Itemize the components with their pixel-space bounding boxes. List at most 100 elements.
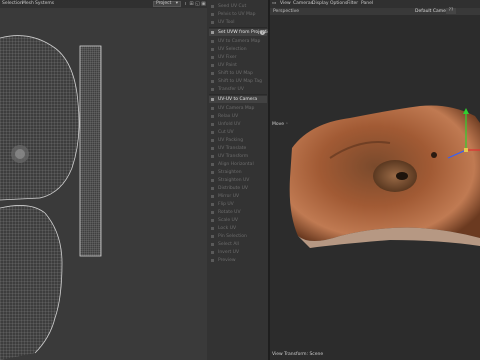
menu-options[interactable]: Options [330, 1, 347, 6]
panel-item[interactable]: Pin Selection [209, 233, 267, 240]
uv-icon [211, 139, 214, 142]
uv-icon [211, 147, 214, 150]
project-select[interactable]: Project ▾ [153, 1, 181, 7]
menu-display[interactable]: Display [312, 1, 329, 6]
panel-item[interactable]: Straighten [209, 169, 267, 176]
panel-item-label: Seed UV Cut [218, 4, 247, 9]
menu-selection[interactable]: Selection [2, 1, 23, 6]
panel-item[interactable]: UV Translate [209, 145, 267, 152]
uv-shell-upper [0, 35, 80, 201]
panel-item[interactable]: Transfer UV [209, 86, 267, 93]
panel-item-label: UV to Camera Map [218, 39, 261, 44]
uv-icon [211, 40, 214, 43]
lock-icon[interactable]: ı [183, 1, 188, 7]
panel-item[interactable]: UV Fixer [209, 54, 267, 61]
panel-item[interactable]: Straighten UV [209, 177, 267, 184]
panel-item-label: Cut UV [218, 130, 234, 135]
status-text: View Transform: Scene [272, 352, 324, 357]
panel-item[interactable]: Preview [209, 257, 267, 264]
uv-icon [211, 131, 214, 134]
panel-item[interactable]: Shift to UV Map Tag [209, 78, 267, 85]
panel-item[interactable]: UV Selection [209, 46, 267, 53]
panel-item[interactable]: UV Packing [209, 137, 267, 144]
uv-shell-strip [79, 45, 102, 257]
panel-item[interactable]: Cut UV [209, 129, 267, 136]
panel-item[interactable]: Scale UV [209, 217, 267, 224]
panel-item-label: Preview [218, 258, 236, 263]
panel-item[interactable]: Invert UV [209, 249, 267, 256]
uv-icon [211, 259, 214, 262]
panel-item-label: Shift to UV Map Tag [218, 79, 262, 84]
uv-icon [211, 195, 214, 198]
menu-systems[interactable]: Systems [35, 1, 54, 6]
uv-icon [211, 155, 214, 158]
panel-item-label: Select All [218, 242, 239, 247]
grid-icon[interactable]: ⊞ [189, 1, 194, 7]
uv-icon [211, 123, 214, 126]
panel-item-label: Straighten [218, 170, 242, 175]
panel-item-label: Pin Selection [218, 234, 247, 239]
panel-item-label: UV Paint [218, 63, 237, 68]
panel-item-label: Rotate UV [218, 210, 241, 215]
uv-icon [211, 80, 214, 83]
3d-viewport[interactable] [270, 8, 480, 360]
panel-item-label: Distribute UV [218, 186, 248, 191]
uv-icon [211, 251, 214, 254]
uv-icon [211, 107, 214, 110]
menu-mesh[interactable]: Mesh [22, 1, 34, 6]
panel-item-label: Shift to UV Map [218, 71, 253, 76]
menu-panel[interactable]: Panel [361, 1, 373, 6]
panel-item[interactable]: Shift to UV Map [209, 70, 267, 77]
panel-item-label: UV-UV to Camera [218, 97, 258, 102]
viewport-header: Perspective Default Camera ?? [270, 8, 480, 15]
panel-item[interactable]: Seed UV Cut [209, 3, 267, 10]
uv-icon [211, 219, 214, 222]
chevron-down-icon: ▾ [175, 1, 178, 6]
panel-item[interactable]: Pelvis to UV Map [209, 11, 267, 18]
panel-item-label: Invert UV [218, 250, 240, 255]
viewport-icon[interactable]: ▭ [272, 1, 276, 6]
viewport-scene [289, 105, 480, 248]
menu-view[interactable]: View [280, 1, 291, 6]
panel-item[interactable]: Lock UV [209, 225, 267, 232]
panel-item[interactable]: Rotate UV [209, 209, 267, 216]
uv-icon [211, 227, 214, 230]
panel-item[interactable]: UV Camera Map [209, 105, 267, 112]
uv-menubar: Selection Mesh Systems Project ▾ ı ⊞ ◱ ▣ [0, 0, 207, 8]
uv-icon [211, 187, 214, 190]
panel-item-label: Unfold UV [218, 122, 241, 127]
panel-item[interactable]: Distribute UV [209, 185, 267, 192]
panel-item[interactable]: Relax UV [209, 113, 267, 120]
panel-item[interactable]: UV Tool [209, 19, 267, 26]
panel-item[interactable]: UV Transform [209, 153, 267, 160]
view-icon[interactable]: ▣ [201, 1, 206, 7]
panel-item-label: Lock UV [218, 226, 237, 231]
panel-item[interactable]: Align Horizontal [209, 161, 267, 168]
panel-item[interactable]: Select All [209, 241, 267, 248]
uv-icon [211, 5, 214, 8]
panel-item-label: Mirror UV [218, 194, 240, 199]
panel-item-label: Transfer UV [218, 87, 244, 92]
uv-icon [211, 48, 214, 51]
viewport-menubar: ▭ View Cameras Display Options Filter Pa… [270, 0, 480, 8]
panel-item-label: UV Translate [218, 146, 247, 151]
uv-icon [211, 72, 214, 75]
frame-icon[interactable]: ◱ [195, 1, 200, 7]
uv-viewport[interactable] [0, 8, 207, 360]
camera-badge[interactable]: ?? [446, 8, 456, 14]
panel-item[interactable]: UV to Camera Map [209, 38, 267, 45]
help-icon[interactable]: ? [260, 30, 265, 35]
panel-item-label: Pelvis to UV Map [218, 12, 256, 17]
view-name: Perspective [273, 9, 300, 14]
panel-item-label: UV Transform [218, 154, 249, 159]
panel-item[interactable]: Mirror UV [209, 193, 267, 200]
uv-icon [211, 203, 214, 206]
menu-filter[interactable]: Filter [347, 1, 358, 6]
panel-item[interactable]: UV Paint [209, 62, 267, 69]
panel-item[interactable]: UV-UV to Camera [209, 96, 267, 103]
menu-cameras[interactable]: Cameras [293, 1, 313, 6]
3d-model [289, 105, 480, 248]
panel-item[interactable]: Unfold UV [209, 121, 267, 128]
panel-item[interactable]: Flip UV [209, 201, 267, 208]
panel-item[interactable]: Set UVW from Projection? [209, 29, 273, 36]
